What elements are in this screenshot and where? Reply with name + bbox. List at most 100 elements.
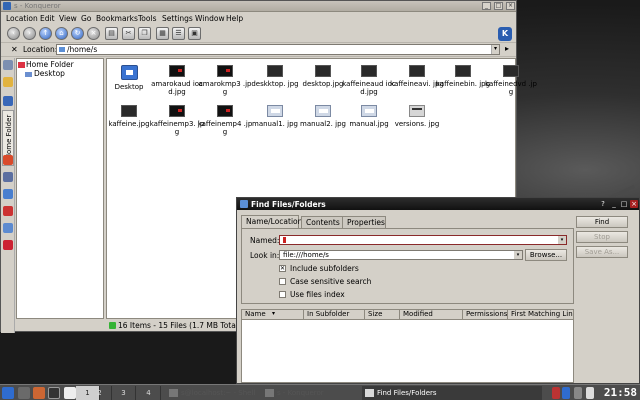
column-size[interactable]: Size [365, 310, 400, 320]
forward-icon[interactable]: › [23, 27, 36, 40]
case-sensitive-checkbox[interactable] [279, 278, 286, 285]
desktop-3[interactable]: 3 [112, 386, 136, 400]
lookin-dropdown-icon[interactable]: ▾ [514, 251, 522, 259]
lookin-input[interactable]: file:///home/s ▾ [279, 250, 523, 260]
dialog-minimize-button[interactable]: _ [610, 200, 618, 208]
back-icon[interactable]: ‹ [7, 27, 20, 40]
location-dropdown-icon[interactable]: ▾ [491, 45, 499, 54]
tray-icon[interactable] [586, 387, 594, 399]
minimize-button[interactable]: _ [482, 2, 491, 10]
help-button[interactable]: ? [599, 200, 607, 208]
sidebar-home-icon[interactable] [3, 155, 13, 165]
browse-button[interactable]: Browse... [525, 249, 567, 261]
menu-location[interactable]: Location [6, 14, 38, 23]
clear-location-icon[interactable]: ✕ [11, 45, 18, 54]
reload-icon[interactable]: ↻ [71, 27, 84, 40]
cut-icon[interactable]: ✂ [122, 27, 135, 40]
sidebar-history-icon[interactable] [3, 96, 13, 106]
tray-icon[interactable] [562, 387, 570, 399]
file-name: kaffeinedvd .jpg [485, 80, 537, 96]
tray-icon[interactable] [574, 387, 582, 399]
sort-arrow-icon: ▾ [272, 310, 276, 317]
file-item[interactable]: kaffeinemp4 .jpg [197, 105, 253, 136]
home-launcher-icon[interactable] [33, 387, 45, 399]
find-dialog-titlebar[interactable]: Find Files/Folders ? _ □ × [237, 198, 639, 210]
task-find-files[interactable]: Find Files/Folders [362, 386, 542, 400]
go-icon[interactable]: ▸ [505, 44, 515, 54]
file-item[interactable]: kaffeinedvd .jpg [483, 65, 539, 96]
konqueror-window-icon[interactable] [3, 2, 11, 10]
file-item[interactable]: amarokmp3 .jpg [197, 65, 253, 96]
sidebar-bookmarks-icon[interactable] [3, 60, 13, 70]
file-item[interactable]: versions. jpg [389, 105, 445, 128]
desktop-2[interactable]: 2 [88, 386, 112, 400]
menu-view[interactable]: View [59, 14, 77, 23]
tab-properties[interactable]: Properties [342, 216, 386, 228]
column-permissions[interactable]: Permissions [463, 310, 508, 320]
tab-contents[interactable]: Contents [301, 216, 343, 228]
menu-tools[interactable]: Tools [138, 14, 156, 23]
image-thumbnail-icon [503, 65, 519, 77]
copy-icon[interactable]: ❐ [138, 27, 151, 40]
results-list[interactable]: Name ▾ In Subfolder Size Modified Permis… [241, 309, 574, 383]
sidebar-root-icon[interactable] [3, 189, 13, 199]
location-input[interactable]: /home/s [56, 44, 500, 55]
use-index-checkbox[interactable] [279, 291, 286, 298]
maximize-button[interactable]: □ [494, 2, 503, 10]
menu-window[interactable]: Window [195, 14, 225, 23]
detail-view-icon[interactable]: ☰ [172, 27, 185, 40]
menu-bookmarks[interactable]: Bookmarks [96, 14, 138, 23]
stop-button[interactable]: Stop [576, 231, 628, 243]
include-subfolders-label[interactable]: Include subfolders [290, 264, 359, 273]
include-subfolders-checkbox[interactable]: ✕ [279, 265, 286, 272]
image-thumbnail-icon [267, 105, 283, 117]
dialog-close-button[interactable]: × [630, 200, 638, 208]
tree-desktop[interactable]: Desktop [25, 69, 65, 78]
konqueror-launcher-icon[interactable] [64, 387, 76, 399]
task-konqueror[interactable]: s - Konqueror [262, 386, 358, 400]
lookin-label: Look in: [250, 251, 280, 260]
task-shell[interactable]: s@localhost:~ - Shell [166, 386, 258, 400]
column-first-matching-line[interactable]: First Matching Line [508, 310, 573, 320]
named-input[interactable]: ▾ [279, 235, 567, 245]
menu-help[interactable]: Help [226, 14, 243, 23]
sidebar-devices-icon[interactable] [3, 172, 13, 182]
tab-name-location[interactable]: Name/Location [241, 215, 302, 228]
home-icon[interactable]: ⌂ [55, 27, 68, 40]
find-dialog-icon [240, 200, 248, 208]
menu-go[interactable]: Go [81, 14, 91, 23]
folder-icon [25, 71, 32, 77]
desktop-4[interactable]: 4 [137, 386, 161, 400]
use-index-label[interactable]: Use files index [290, 290, 345, 299]
konqueror-titlebar[interactable]: s - Konqueror _ □ × [1, 1, 516, 12]
menu-edit[interactable]: Edit [40, 14, 55, 23]
dialog-maximize-button[interactable]: □ [620, 200, 628, 208]
image-thumbnail-icon [217, 65, 233, 77]
menu-settings[interactable]: Settings [162, 14, 193, 23]
column-in-subfolder[interactable]: In Subfolder [304, 310, 365, 320]
tray-icon[interactable] [552, 387, 560, 399]
preview-view-icon[interactable]: ▣ [188, 27, 201, 40]
clock[interactable]: 21:58 [604, 386, 637, 399]
sidebar-fonts-icon[interactable] [3, 240, 13, 250]
up-icon[interactable]: ↑ [39, 27, 52, 40]
close-button[interactable]: × [506, 2, 515, 10]
case-sensitive-label[interactable]: Case sensitive search [290, 277, 371, 286]
sidebar-star-icon[interactable] [3, 77, 13, 87]
icon-view-icon[interactable]: ▦ [156, 27, 169, 40]
column-modified[interactable]: Modified [400, 310, 463, 320]
konsole-launcher-icon[interactable] [48, 387, 60, 399]
konqueror-title: s - Konqueror [14, 2, 61, 10]
named-dropdown-icon[interactable]: ▾ [558, 236, 566, 244]
print-icon[interactable]: ▤ [105, 27, 118, 40]
image-thumbnail-icon [121, 105, 137, 117]
kmenu-icon[interactable] [2, 387, 14, 399]
save-as-button[interactable]: Save As... [576, 246, 628, 258]
show-desktop-icon[interactable] [18, 387, 30, 399]
find-button[interactable]: Find [576, 216, 628, 228]
sidebar-services-icon[interactable] [3, 206, 13, 216]
tree-home-folder[interactable]: Home Folder [18, 60, 74, 69]
sidebar-media-icon[interactable] [3, 223, 13, 233]
stop-icon[interactable]: × [87, 27, 100, 40]
menu-bar: Location Edit View Go Bookmarks Tools Se… [1, 12, 516, 25]
